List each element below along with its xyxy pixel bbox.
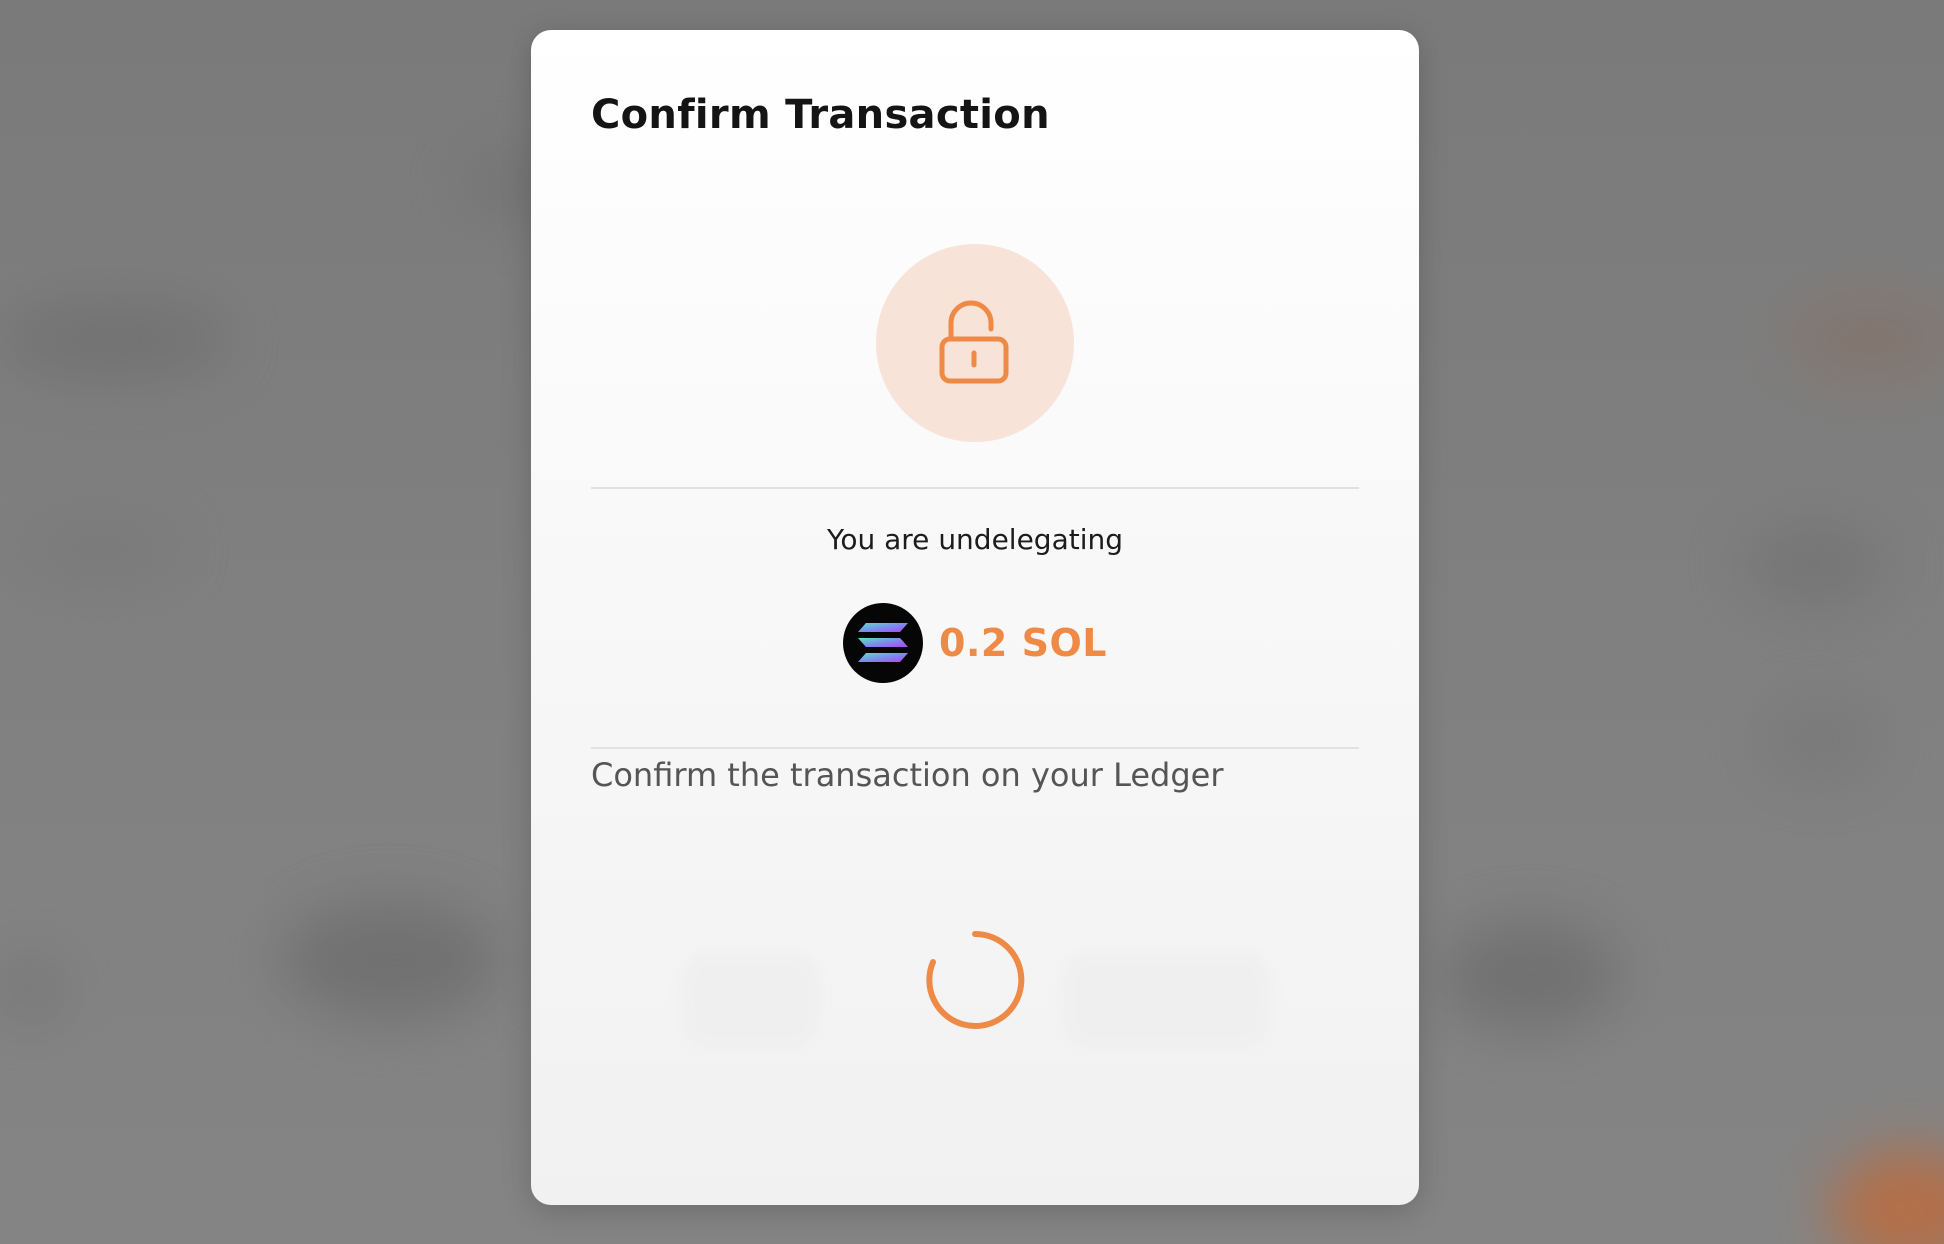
background-shape bbox=[1830, 1150, 1944, 1244]
confirm-transaction-modal: Confirm Transaction You are undelegating bbox=[531, 30, 1419, 1205]
spinner-icon bbox=[926, 930, 1025, 1029]
faded-button-placeholder bbox=[681, 950, 821, 1050]
unlock-icon bbox=[939, 300, 1009, 384]
unlock-icon-badge bbox=[876, 244, 1074, 442]
background-shape bbox=[20, 520, 180, 580]
divider bbox=[591, 747, 1359, 749]
background-shape bbox=[1790, 300, 1944, 380]
action-description: You are undelegating bbox=[826, 523, 1124, 556]
divider bbox=[591, 487, 1359, 489]
background-shape bbox=[280, 900, 500, 1020]
background-shape bbox=[1760, 700, 1880, 780]
amount-row: 0.2 SOL bbox=[531, 603, 1419, 683]
background-shape bbox=[0, 960, 60, 1020]
faded-button-placeholder bbox=[1061, 950, 1271, 1050]
solana-logo-icon bbox=[843, 603, 924, 683]
background-shape bbox=[1740, 520, 1890, 610]
modal-title: Confirm Transaction bbox=[591, 92, 1050, 138]
ledger-instruction: Confirm the transaction on your Ledger bbox=[591, 756, 1224, 794]
background-shape bbox=[1440, 920, 1620, 1030]
background-shape bbox=[0, 300, 230, 380]
undelegate-amount: 0.2 SOL bbox=[939, 621, 1107, 665]
